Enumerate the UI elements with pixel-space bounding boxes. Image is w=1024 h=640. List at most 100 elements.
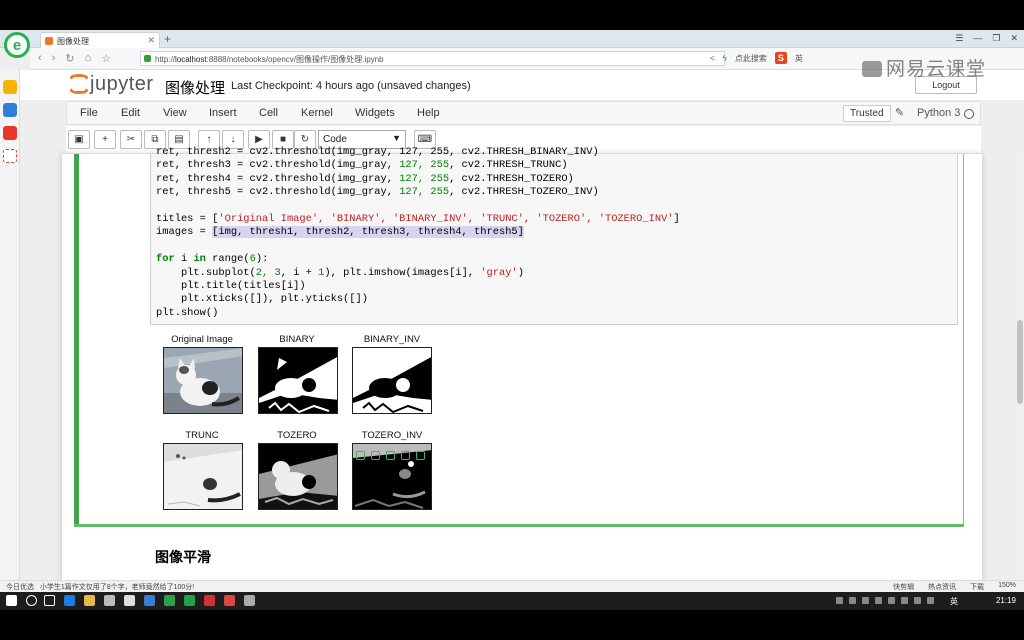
menu-kernel[interactable]: Kernel bbox=[301, 107, 333, 119]
trusted-indicator[interactable]: Trusted bbox=[843, 105, 891, 122]
insert-cell-plus-icon[interactable]: + bbox=[94, 130, 116, 149]
minimize-icon[interactable]: — bbox=[973, 33, 982, 44]
chevron-down-icon: ▼ bbox=[392, 133, 401, 143]
menu-file[interactable]: File bbox=[80, 107, 98, 119]
binary-inv-image bbox=[352, 347, 432, 414]
close-tab-icon[interactable]: ✕ bbox=[147, 35, 155, 46]
mail-taskbar-icon[interactable] bbox=[124, 595, 135, 606]
taskbar-clock[interactable]: 21:19 bbox=[996, 596, 1016, 605]
settings-image-icon[interactable] bbox=[416, 451, 425, 460]
menu-icon[interactable]: ☰ bbox=[955, 33, 963, 44]
hot-news-link[interactable]: 热点资讯 bbox=[928, 582, 956, 592]
cut-icon[interactable]: ✂ bbox=[120, 130, 142, 149]
bookmark-star-icon[interactable]: ☆ bbox=[101, 52, 111, 65]
tray-icon[interactable] bbox=[875, 597, 882, 604]
weibo-icon[interactable] bbox=[3, 126, 17, 140]
browser-sidebar bbox=[0, 70, 20, 582]
jupyter-wordmark[interactable]: jupyter bbox=[90, 73, 154, 96]
quick-clip-link[interactable]: 快剪辑 bbox=[893, 582, 914, 592]
search-icon[interactable] bbox=[26, 595, 37, 606]
screen: e 图像处理 ✕ + ☰ — ❐ ✕ ‹ › ↻ ⌂ ☆ http://loca… bbox=[0, 0, 1024, 640]
restore-icon[interactable]: ❐ bbox=[992, 33, 1000, 44]
letterbox-bottom bbox=[0, 610, 1024, 640]
tray-icon[interactable] bbox=[927, 597, 934, 604]
browser-taskbar-icon[interactable] bbox=[64, 595, 75, 606]
kernel-name[interactable]: Python 3 bbox=[917, 107, 960, 119]
app-icon[interactable] bbox=[204, 595, 215, 606]
tozero-image bbox=[258, 443, 338, 510]
code-line: plt.subplot(2, 3, i + 1), plt.imshow(ima… bbox=[156, 266, 524, 279]
share-image-icon[interactable] bbox=[401, 451, 410, 460]
subplot-title: BINARY bbox=[279, 334, 315, 345]
task-view-icon[interactable] bbox=[44, 595, 55, 606]
browser-tab[interactable]: 图像处理 ✕ bbox=[40, 32, 160, 48]
reading-list-icon[interactable] bbox=[3, 103, 17, 117]
watermark-logo-icon bbox=[862, 61, 882, 77]
tray-icon[interactable] bbox=[888, 597, 895, 604]
secure-icon bbox=[144, 55, 151, 62]
ime-mode[interactable]: 英 bbox=[795, 53, 803, 64]
app-icon[interactable] bbox=[224, 595, 235, 606]
markdown-heading: 图像平滑 bbox=[155, 549, 211, 565]
mail-icon[interactable] bbox=[3, 149, 17, 163]
save-icon[interactable]: ▣ bbox=[68, 130, 90, 149]
save-image-icon[interactable] bbox=[386, 451, 395, 460]
new-tab-icon[interactable]: + bbox=[164, 32, 171, 46]
edit-mode-pencil-icon: ✎ bbox=[895, 107, 905, 119]
app-icon[interactable] bbox=[104, 595, 115, 606]
menu-cell[interactable]: Cell bbox=[259, 107, 278, 119]
share-icon[interactable]: < bbox=[710, 54, 715, 63]
system-tray bbox=[836, 597, 934, 604]
app-icon[interactable] bbox=[244, 595, 255, 606]
menu-widgets[interactable]: Widgets bbox=[355, 107, 395, 119]
cell-border bbox=[74, 524, 964, 527]
search-shortcut[interactable]: 点此搜索 bbox=[735, 53, 767, 64]
code-line: ret, thresh2 = cv2.threshold(img_gray, 1… bbox=[156, 146, 599, 158]
browser-logo-icon[interactable]: e bbox=[4, 32, 30, 58]
back-icon[interactable]: ‹ bbox=[38, 52, 42, 65]
tray-icon[interactable] bbox=[836, 597, 843, 604]
folder-icon[interactable] bbox=[84, 595, 95, 606]
menu-view[interactable]: View bbox=[163, 107, 187, 119]
windows-start-icon[interactable] bbox=[6, 595, 17, 606]
lightning-icon[interactable]: ϟ bbox=[723, 54, 727, 63]
nav-right-tools: < ϟ 点此搜索 S 英 bbox=[710, 52, 803, 64]
scrollbar-thumb[interactable] bbox=[1017, 320, 1023, 404]
tray-icon[interactable] bbox=[914, 597, 921, 604]
menu-help[interactable]: Help bbox=[417, 107, 440, 119]
tray-icon[interactable] bbox=[849, 597, 856, 604]
code-line: plt.show() bbox=[156, 306, 219, 319]
menu-insert[interactable]: Insert bbox=[209, 107, 237, 119]
app-icon[interactable] bbox=[144, 595, 155, 606]
ime-indicator[interactable]: 英 bbox=[950, 596, 958, 607]
forward-icon[interactable]: › bbox=[52, 52, 56, 65]
jupyter-favicon-icon bbox=[45, 37, 53, 45]
address-bar[interactable]: http://localhost:8888/notebooks/opencv/图… bbox=[140, 51, 725, 66]
menu-edit[interactable]: Edit bbox=[121, 107, 140, 119]
close-window-icon[interactable]: ✕ bbox=[1010, 33, 1018, 44]
home-icon[interactable]: ⌂ bbox=[85, 52, 92, 65]
trunc-image bbox=[163, 443, 243, 510]
news-ticker[interactable]: 小学生1篇作文仅用了8个字，老师竟然给了100分! bbox=[40, 584, 194, 591]
selected-text: [img, thresh1, thresh2, thresh3, thresh4… bbox=[212, 226, 524, 239]
favorites-star-icon[interactable] bbox=[3, 80, 17, 94]
zoom-level[interactable]: 150% bbox=[998, 582, 1016, 592]
code-line: images = [img, thresh1, thresh2, thresh3… bbox=[156, 226, 524, 239]
expand-image-icon[interactable] bbox=[371, 451, 380, 460]
code-text[interactable]: ret, thresh2 = cv2.threshold(img_gray, 1… bbox=[156, 146, 680, 320]
tray-icon[interactable] bbox=[901, 597, 908, 604]
code-line: plt.xticks([]), plt.yticks([]) bbox=[156, 293, 369, 306]
download-image-icon[interactable] bbox=[356, 451, 365, 460]
app-icon[interactable] bbox=[184, 595, 195, 606]
status-left[interactable]: 今日优选 小学生1篇作文仅用了8个字，老师竟然给了100分! bbox=[6, 582, 194, 592]
original-image bbox=[163, 347, 243, 414]
download-link[interactable]: 下载 bbox=[970, 582, 984, 592]
sogou-ime-icon[interactable]: S bbox=[774, 52, 787, 64]
watermark: 网易云课堂 bbox=[862, 54, 986, 81]
window-controls: ☰ — ❐ ✕ bbox=[955, 33, 1018, 44]
app-icon[interactable] bbox=[164, 595, 175, 606]
notebook-title[interactable]: 图像处理 bbox=[165, 77, 225, 98]
reload-icon[interactable]: ↻ bbox=[65, 52, 74, 65]
checkpoint-status: Last Checkpoint: 4 hours ago (unsaved ch… bbox=[231, 80, 471, 92]
tray-icon[interactable] bbox=[862, 597, 869, 604]
